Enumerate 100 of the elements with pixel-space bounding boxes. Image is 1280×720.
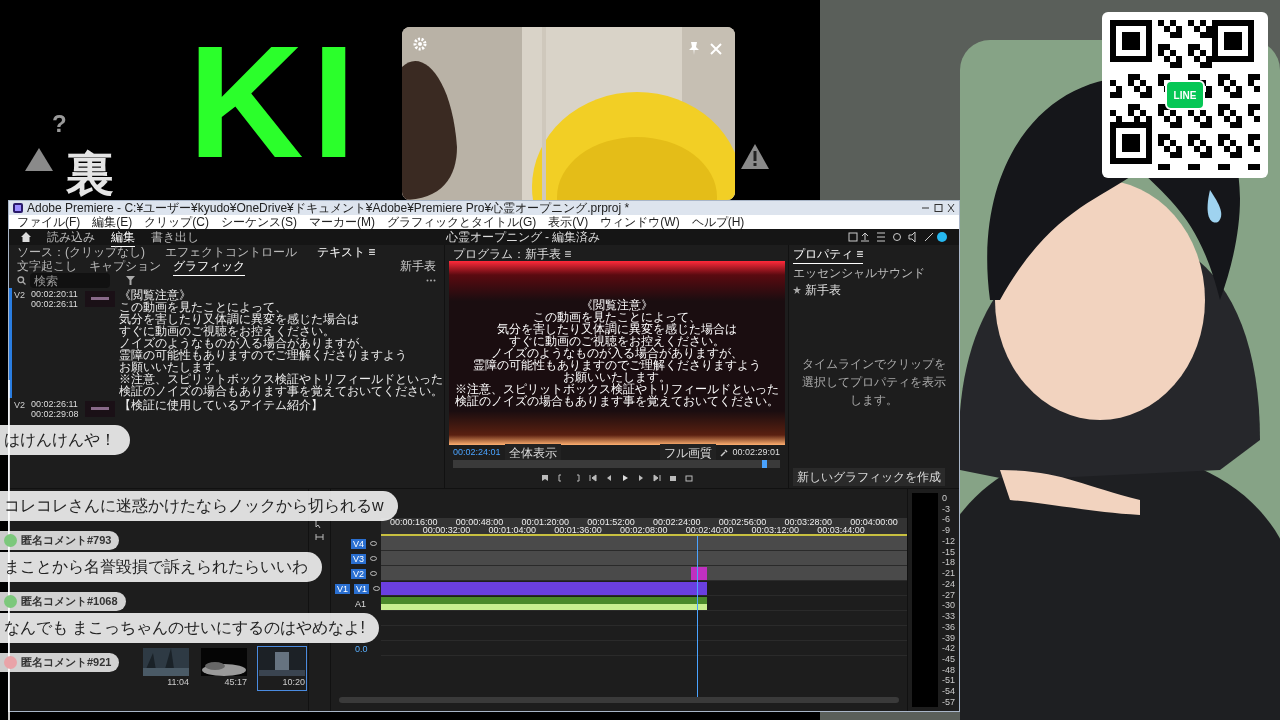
caption-item[interactable]: V2 00:02:26:11 00:02:29:08 【検証に使用しているアイテム紹介】: [9, 398, 444, 420]
warning-icon: [740, 142, 770, 170]
item-label: 新手表: [805, 282, 841, 299]
caption-text: ※注意、スピリットボックス検証やトリフィールドといった: [119, 373, 443, 385]
playhead[interactable]: [761, 460, 767, 469]
workspace-tab[interactable]: 読み込み: [47, 228, 95, 246]
thumbnail-icon: [85, 291, 115, 307]
caption-text: すぐに動画のご視聴をお控えください。: [119, 325, 335, 337]
export-icon[interactable]: [684, 474, 693, 483]
subtitle-text: 気分を害したり又体調に異変を感じた場合は: [496, 323, 737, 336]
eye-icon[interactable]: [370, 570, 377, 577]
playhead-line[interactable]: [696, 536, 698, 697]
time-ruler[interactable]: 00:00:16:00 00:00:32:00 00:00:48:00 00:01:04:00 00:01:20:00 00:01:36:00 00:01:52:00 00:02:08:00 00:02:24:00 00:02:40:00 00:02:56:00 00:03:12:00 00:03:28:00 00:03:44:00 00:04:00:00: [381, 518, 907, 536]
clip-thumbnail[interactable]: 10:20: [257, 645, 307, 691]
caption-text: 《閲覧注意》: [119, 289, 192, 301]
meter-label: 0: [942, 493, 948, 503]
line-badge: LINE: [1165, 80, 1205, 110]
caption-text: お願いいたします。: [119, 361, 227, 373]
audio-clip[interactable]: [381, 597, 708, 610]
clip-thumbnail[interactable]: 11:04: [141, 645, 191, 691]
meter-label: -15: [942, 546, 955, 557]
menu-item[interactable]: マーカー(M): [309, 213, 375, 231]
subtitle-text: 霊障の可能性もありますのでご理解くださりますよう: [472, 359, 761, 372]
track-target[interactable]: V3: [351, 553, 366, 564]
search-field[interactable]: 検索: [30, 273, 110, 288]
chat-message: まことから名誉毀損で訴えられたらいいわ: [0, 552, 322, 582]
meter-label: -6: [942, 514, 951, 525]
track-target[interactable]: V4: [351, 538, 366, 549]
meter-label: -18: [942, 557, 955, 568]
meter-label: -24: [942, 578, 955, 589]
commenter-name: 匿名コメント#1068: [21, 594, 118, 610]
ruler-label: 00:04:00:00: [850, 518, 898, 527]
ruler-label: 00:01:52:00: [587, 518, 635, 527]
track-target[interactable]: V2: [351, 568, 366, 579]
eye-icon[interactable]: [370, 555, 377, 562]
caption-item[interactable]: [9, 288, 444, 398]
menu-item[interactable]: ヘルプ(H): [691, 213, 745, 231]
clip-duration: 45:17: [223, 675, 247, 689]
question-mark: ?: [52, 112, 67, 136]
track-target[interactable]: A1: [353, 598, 368, 609]
chat-message: なんでも まこっちゃんのせいにするのはやめなよ!: [0, 613, 379, 643]
panel-tab[interactable]: エッセンシャルサウンド: [793, 264, 925, 282]
menu-item[interactable]: グラフィックとタイトル(G): [387, 213, 537, 231]
stream-logo: KI: [188, 22, 364, 182]
ruler-label: 00:03:44:00: [817, 526, 865, 535]
ruler-label: 00:03:12:00: [751, 526, 800, 535]
chat-message: はけんけんや！: [0, 425, 130, 455]
window-title: Adobe Premiere - C:¥ユーザー¥kyudo¥OneDrive¥ドキュメント¥Adobe¥Premiere Pro¥心霊オープニング.prproj *: [27, 201, 631, 216]
caption-text: 霊障の可能性もありますのでご理解くださりますよう: [119, 349, 408, 361]
menu-item[interactable]: シーケンス(S): [221, 213, 297, 231]
workspace-tab[interactable]: 書き出し: [151, 228, 199, 246]
track-target[interactable]: 0.0: [353, 643, 370, 654]
warning-icon: [24, 146, 54, 172]
ruler-label: 00:02:24:00: [652, 518, 701, 527]
menu-item[interactable]: ファイル(F): [17, 213, 81, 231]
ruler-label: 00:00:16:00: [389, 518, 438, 527]
subtitle-text: すぐに動画のご視聴をお控えください。: [508, 335, 725, 348]
home-icon[interactable]: [21, 232, 31, 242]
meter-label: -27: [942, 589, 955, 600]
toolbar-icons-drawing[interactable]: [847, 231, 947, 243]
caption-text: 気分を害したり又体調に異変を感じた場合は: [119, 313, 360, 325]
eye-icon[interactable]: [370, 540, 377, 547]
panel-tab[interactable]: プログラム：新手表 ≡: [445, 245, 788, 260]
star-icon: [793, 286, 801, 294]
window-controls-icon[interactable]: [921, 203, 955, 213]
go-to-out-icon[interactable]: [652, 474, 661, 483]
meter-label: -36: [942, 621, 955, 632]
marker-icon[interactable]: [540, 474, 549, 483]
project-title: 心霊オープニング - 編集済み: [444, 229, 602, 246]
timecode: 00:02:29:08: [31, 409, 80, 419]
ripple-tool-icon[interactable]: [315, 533, 324, 542]
new-graphic-button[interactable]: 新しいグラフィックを作成: [793, 468, 945, 486]
ruler-label: 00:00:32:00: [422, 526, 471, 535]
scroll-bar[interactable]: [339, 697, 899, 703]
step-forward-icon[interactable]: [636, 474, 645, 483]
timecode: 00:02:26:11: [31, 399, 79, 409]
more-icon[interactable]: [426, 279, 436, 282]
ruler-label: 00:00:48:00: [455, 518, 504, 527]
search-icon: [17, 276, 26, 285]
thumbnail-icon: [85, 401, 115, 417]
play-icon[interactable]: [620, 474, 629, 483]
clip-thumbnail[interactable]: 45:17: [199, 645, 249, 691]
track-label: 新手表: [400, 258, 436, 275]
go-to-in-icon[interactable]: [588, 474, 597, 483]
subtitle-text: お願いいたします。: [562, 371, 671, 384]
meter-label: -57: [942, 696, 955, 707]
source-patch[interactable]: V1: [335, 583, 350, 594]
ruler-label: 00:02:40:00: [685, 526, 734, 535]
video-clip[interactable]: [381, 582, 708, 595]
meter-label: -51: [942, 675, 955, 686]
track-target[interactable]: V1: [354, 583, 370, 594]
caption-text: この動画を見たことによって、: [119, 301, 287, 313]
panel-tab[interactable]: テキスト ≡: [317, 245, 376, 261]
panel-tab[interactable]: プロパティ ≡: [793, 245, 864, 264]
meter-label: -3: [942, 503, 951, 514]
panel-tab[interactable]: ソース：(クリップなし): [17, 245, 145, 261]
meter-label: -48: [942, 664, 955, 675]
filter-icon[interactable]: [126, 276, 135, 285]
menu-item[interactable]: 表示(V): [548, 213, 589, 231]
app-icon: [13, 203, 23, 213]
